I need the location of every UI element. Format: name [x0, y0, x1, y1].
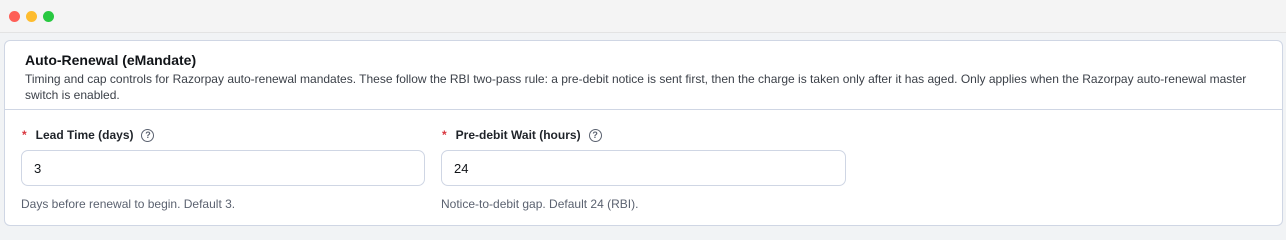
card-description: Timing and cap controls for Razorpay aut… [25, 72, 1247, 102]
lead-time-hint: Days before renewal to begin. Default 3. [21, 197, 236, 211]
window-titlebar [0, 0, 1286, 33]
pre-debit-wait-hint: Notice-to-debit gap. Default 24 (RBI). [441, 197, 639, 211]
minimize-window-button[interactable] [26, 11, 37, 22]
close-window-button[interactable] [9, 11, 20, 22]
pre-debit-wait-label-row: * Pre-debit Wait (hours) ? [441, 127, 602, 143]
lead-time-label: Lead Time (days) [35, 128, 134, 142]
pre-debit-wait-label: Pre-debit Wait (hours) [455, 128, 581, 142]
required-marker: * [22, 128, 27, 142]
question-circle-icon[interactable]: ? [141, 128, 155, 142]
required-marker: * [442, 128, 447, 142]
maximize-window-button[interactable] [43, 11, 54, 22]
card-title: Auto-Renewal (eMandate) [25, 52, 197, 68]
lead-time-input[interactable] [21, 150, 425, 186]
card-header: Auto-Renewal (eMandate) Timing and cap c… [5, 41, 1282, 110]
question-circle-icon[interactable]: ? [588, 128, 602, 142]
pre-debit-wait-input[interactable] [441, 150, 846, 186]
auto-renewal-settings-card: Auto-Renewal (eMandate) Timing and cap c… [4, 40, 1283, 226]
settings-fields: * Lead Time (days) ? Days before renewal… [5, 110, 1282, 225]
lead-time-label-row: * Lead Time (days) ? [21, 127, 155, 143]
